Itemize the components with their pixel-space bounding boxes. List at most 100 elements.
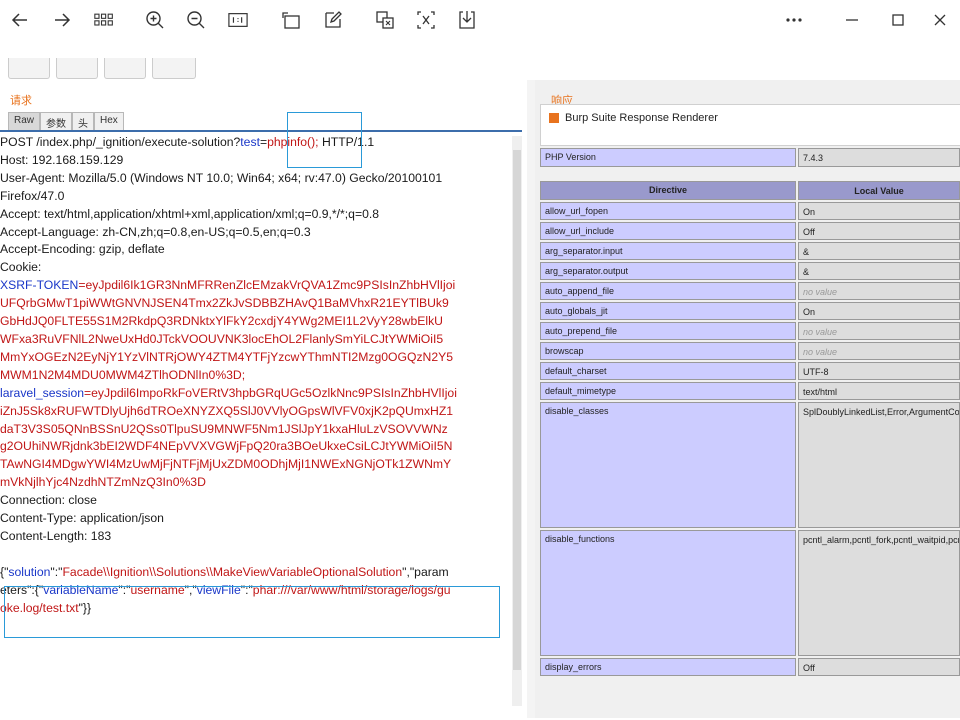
tab-headers[interactable]: 头: [72, 112, 95, 130]
request-line: g2OUhiNWRjdnk3bEI2WDF4NEpVVXVGWjFpQ20ra3…: [0, 438, 512, 456]
viewer-toolbar: [0, 0, 960, 40]
request-line: iZnJ5Sk8xRUFWTDlyUjh6dTROeXNYZXQ5SlJ0VVl…: [0, 403, 512, 421]
request-token: Accept: text/html,application/xhtml+xml,…: [0, 206, 380, 221]
request-token: ","param: [402, 564, 449, 579]
save-icon[interactable]: [453, 6, 481, 34]
request-token: GbHdJQ0FLTE55S1M2RkdpQ3RDNktxYlFkY2cxdjY…: [0, 314, 443, 329]
highlight-box-viewfile: [4, 586, 500, 638]
grid-icon[interactable]: [90, 6, 118, 34]
table-row: auto_append_file no value: [540, 282, 960, 300]
edit-icon[interactable]: [319, 6, 347, 34]
request-token: XSRF-TOKEN: [0, 278, 79, 293]
zoom-out-icon[interactable]: [182, 6, 210, 34]
highlight-box-phpinfo: [287, 112, 362, 168]
forward-icon[interactable]: [48, 6, 76, 34]
tab-hex[interactable]: Hex: [94, 112, 124, 130]
strip-button[interactable]: [56, 58, 98, 79]
directive-value: text/html: [798, 382, 960, 400]
directive-name: auto_prepend_file: [540, 322, 796, 340]
request-token: iZnJ5Sk8xRUFWTDlyUjh6dTROeXNYZXQ5SlJ0VVl…: [0, 403, 454, 418]
strip-button[interactable]: [152, 58, 196, 79]
crop-icon[interactable]: [371, 6, 399, 34]
request-token: tes: [240, 135, 257, 149]
request-line: User-Agent: Mozilla/5.0 (Windows NT 10.0…: [0, 170, 512, 188]
table-row: Directive Local Value: [540, 181, 960, 200]
burp-button-strip: [0, 58, 260, 80]
directive-name: arg_separator.output: [540, 262, 796, 280]
directive-value: &: [798, 262, 960, 280]
table-row: disable_functions pcntl_alarm,pcntl_fork,…: [540, 530, 960, 656]
directive-value: SplDoublyLinkedList,Error,ArgumentCountE…: [798, 402, 960, 528]
request-token: [0, 547, 3, 561]
request-token: User-Agent: Mozilla/5.0 (Windows NT 10.0…: [0, 170, 443, 185]
directive-value: On: [798, 202, 960, 220]
directive-name: default_charset: [540, 362, 796, 380]
scroll-thumb[interactable]: [513, 150, 521, 670]
request-line: MWM1N2M4MDU0MWM4ZTlhODNlIn0%3D;: [0, 367, 512, 385]
fit-icon[interactable]: [224, 6, 252, 34]
request-token: =: [259, 135, 268, 149]
directive-name: display_errors: [540, 658, 796, 676]
zoom-in-icon[interactable]: [141, 6, 169, 34]
directive-name: disable_classes: [540, 402, 796, 528]
request-token: ":": [50, 564, 63, 579]
request-line: laravel_session=eyJpdil6ImpoRkFoVERtV3hp…: [0, 385, 512, 403]
request-token: Accept-Language: zh-CN,zh;q=0.8,en-US;q=…: [0, 224, 311, 239]
directive-value: no value: [798, 282, 960, 300]
request-scrollbar[interactable]: [512, 136, 522, 706]
close-icon[interactable]: [926, 6, 954, 34]
directive-value: no value: [798, 322, 960, 340]
tab-params[interactable]: 参数: [40, 112, 73, 130]
strip-button[interactable]: [104, 58, 146, 79]
request-line: Content-Type: application/json: [0, 510, 512, 528]
table-row: allow_url_fopen On: [540, 202, 960, 220]
maximize-icon[interactable]: [884, 6, 912, 34]
request-token: g2OUhiNWRjdnk3bEI2WDF4NEpVVXVGWjFpQ20ra3…: [0, 439, 453, 454]
request-line: Accept: text/html,application/xhtml+xml,…: [0, 206, 512, 224]
request-token: daT3V3S05QNnBSSnU2QSs0TlpuSU9MNWF5Nm1JSl…: [0, 421, 448, 436]
panel-divider[interactable]: [527, 80, 535, 718]
request-line: [0, 546, 512, 564]
directive-name: default_mimetype: [540, 382, 796, 400]
directive-value: pcntl_alarm,pcntl_fork,pcntl_waitpid,pcn…: [798, 530, 960, 656]
directive-value: UTF-8: [798, 362, 960, 380]
directive-name: browscap: [540, 342, 796, 360]
tab-raw[interactable]: Raw: [8, 112, 41, 130]
request-line: Connection: close: [0, 492, 512, 510]
request-token: Firefox/47.0: [0, 188, 65, 203]
request-token: laravel_session: [0, 385, 85, 400]
strip-button[interactable]: [8, 58, 50, 79]
directive-name: auto_append_file: [540, 282, 796, 300]
more-icon[interactable]: [780, 6, 808, 34]
request-token: UFQrbGMwT1piWWtGNVNJSEN4Tmx2ZkJvSDBBZHAv…: [0, 296, 449, 311]
table-row: arg_separator.output &: [540, 262, 960, 280]
table-row: PHP Version 7.4.3: [540, 148, 960, 167]
request-tabs: Raw 参数 头 Hex: [8, 112, 124, 130]
renderer-title: Burp Suite Response Renderer: [565, 112, 718, 124]
renderer-window: Burp Suite Response Renderer: [540, 104, 960, 146]
back-icon[interactable]: [6, 6, 34, 34]
request-line: Cookie:: [0, 259, 512, 277]
request-line: GbHdJQ0FLTE55S1M2RkdpQ3RDNktxYlFkY2cxdjY…: [0, 313, 512, 331]
table-row: display_errors Off: [540, 658, 960, 676]
table-row: disable_classes SplDoublyLinkedList,Error…: [540, 402, 960, 528]
translate-icon[interactable]: [412, 6, 440, 34]
request-token: Cookie:: [0, 260, 42, 275]
col-directive: Directive: [540, 181, 796, 200]
request-token: solution: [8, 564, 51, 579]
php-version-label: PHP Version: [540, 148, 796, 167]
php-version-value: 7.4.3: [798, 148, 960, 167]
request-line: POST /index.php/_ignition/execute-soluti…: [0, 134, 512, 152]
table-row: arg_separator.input &: [540, 242, 960, 260]
request-token: Content-Length: 183: [0, 528, 112, 543]
minimize-icon[interactable]: [838, 6, 866, 34]
rotate-icon[interactable]: [277, 6, 305, 34]
request-header: 请求: [10, 95, 32, 107]
request-line: Accept-Encoding: gzip, deflate: [0, 241, 512, 259]
request-line: WFxa3RuVFNlL2NweUxHd0JTckVOOUVNK3locEhOL…: [0, 331, 512, 349]
request-line: XSRF-TOKEN=eyJpdil6Ik1GR3NnMFRRenZlcEMza…: [0, 277, 512, 295]
request-line: TAwNGI4MDgwYWI4MzUwMjFjNTFjMjUxZDM0ODhjM…: [0, 456, 512, 474]
table-row: default_mimetype text/html: [540, 382, 960, 400]
directive-name: allow_url_fopen: [540, 202, 796, 220]
table-row: auto_globals_jit On: [540, 302, 960, 320]
